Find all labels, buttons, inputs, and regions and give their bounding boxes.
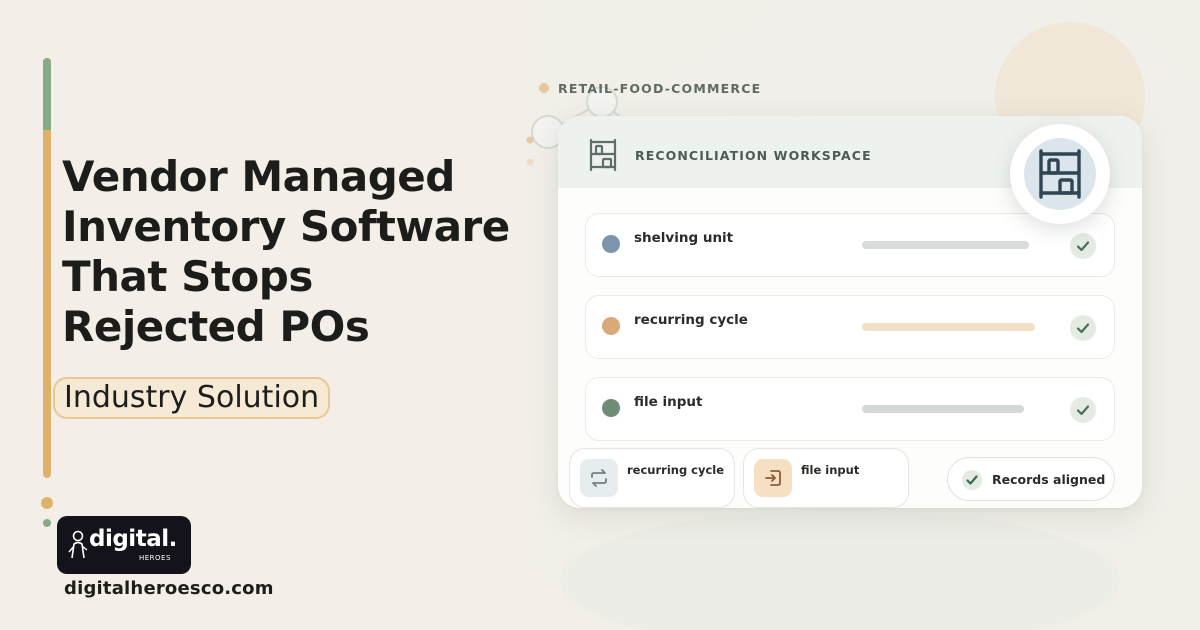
website-url[interactable]: digitalheroesco.com: [64, 578, 274, 599]
decorative-dot: [43, 519, 51, 527]
decorative-dot: [41, 497, 53, 509]
tile-label: file input: [801, 463, 860, 477]
headline-line: Vendor Managed: [62, 152, 455, 201]
checklist-row[interactable]: file input: [585, 377, 1115, 441]
tag-dot: [539, 83, 549, 93]
progress-bar: [862, 241, 1029, 249]
accent-bar: [43, 58, 51, 478]
file-import-icon: [754, 459, 792, 497]
progress-bar: [862, 323, 1035, 331]
checklist-row[interactable]: recurring cycle: [585, 295, 1115, 359]
workspace-badge: [1010, 124, 1110, 224]
hero-figure-icon: [68, 530, 88, 559]
workspace-title: RECONCILIATION WORKSPACE: [635, 148, 872, 163]
headline-line: That Stops: [62, 252, 313, 301]
row-label: recurring cycle: [634, 312, 748, 328]
headline: Vendor Managed Inventory Software That S…: [62, 152, 522, 352]
industry-tag: RETAIL-FOOD-COMMERCE: [558, 81, 762, 96]
status-bullet: [602, 235, 620, 253]
tile-recurring-cycle[interactable]: recurring cycle: [569, 448, 735, 508]
headline-line: Inventory Software: [62, 202, 510, 251]
check-icon: [1070, 315, 1096, 341]
category-pill: Industry Solution: [53, 377, 331, 419]
tile-label: recurring cycle: [627, 463, 725, 477]
brand-logo[interactable]: digital. HEROES: [57, 516, 191, 574]
status-text: Records aligned: [992, 472, 1106, 487]
logo-wordmark: digital.: [89, 526, 177, 552]
status-bullet: [602, 399, 620, 417]
check-icon: [1070, 397, 1096, 423]
refresh-icon: [580, 459, 618, 497]
shelving-icon: [589, 138, 617, 172]
row-label: shelving unit: [634, 230, 734, 246]
check-icon: [1070, 233, 1096, 259]
check-icon: [962, 470, 982, 490]
tile-file-input[interactable]: file input: [743, 448, 909, 508]
status-pill: Records aligned: [947, 457, 1115, 501]
shelving-icon: [1039, 149, 1081, 199]
logo-subtitle: HEROES: [139, 554, 171, 562]
progress-bar: [862, 405, 1024, 413]
headline-line: Rejected POs: [62, 302, 370, 351]
checklist-row[interactable]: shelving unit: [585, 213, 1115, 277]
row-label: file input: [634, 394, 703, 410]
status-bullet: [602, 317, 620, 335]
